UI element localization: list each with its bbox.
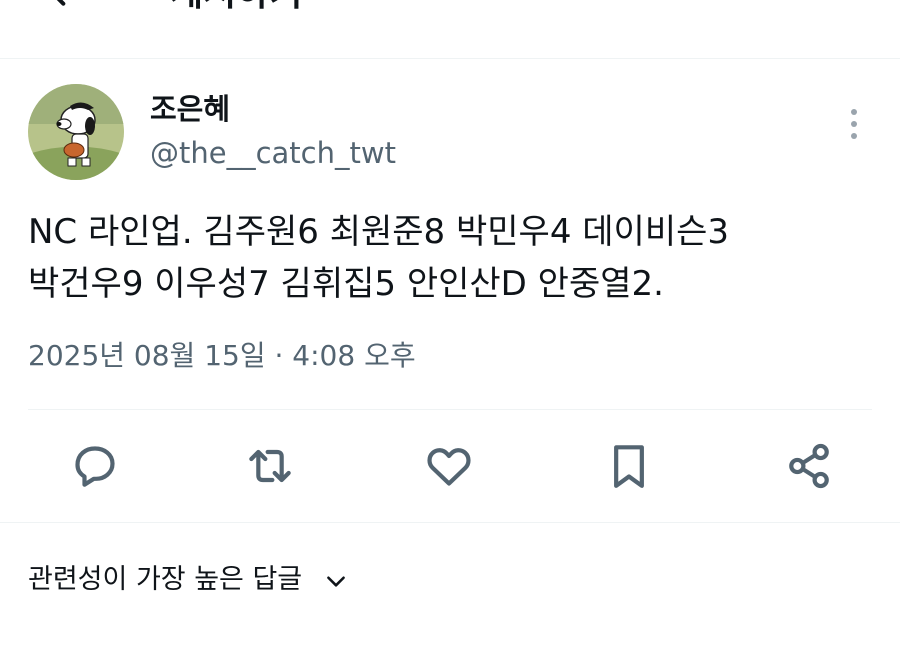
author-name[interactable]: 조은혜 (150, 90, 230, 128)
top-bar: 게시하기 (0, 0, 900, 59)
tweet-timestamp[interactable]: 2025년 08월 15일 · 4:08 오후 (28, 336, 416, 376)
divider (28, 409, 872, 410)
replies-sort-button[interactable]: 관련성이 가장 높은 답글 (28, 560, 349, 600)
author-handle[interactable]: @the__catch_twt (150, 134, 396, 172)
section-separator (0, 522, 900, 523)
more-vertical-icon[interactable] (836, 104, 872, 144)
replies-sort-label: 관련성이 가장 높은 답글 (28, 564, 303, 595)
heart-icon[interactable] (421, 438, 477, 494)
arrow-left-icon[interactable] (40, 0, 80, 12)
reply-icon[interactable] (67, 438, 123, 494)
chevron-down-icon (326, 575, 345, 587)
tweet-text: NC 라인업. 김주원6 최원준8 박민우4 데이비슨3 박건우9 이우성7 김… (28, 212, 730, 304)
retweet-icon[interactable] (242, 438, 298, 494)
bookmark-icon[interactable] (601, 438, 657, 494)
avatar[interactable] (28, 84, 124, 180)
tweet-actions (0, 438, 900, 498)
share-icon[interactable] (781, 438, 837, 494)
page-title: 게시하기 (170, 0, 302, 14)
snoopy-avatar-icon (28, 84, 124, 180)
